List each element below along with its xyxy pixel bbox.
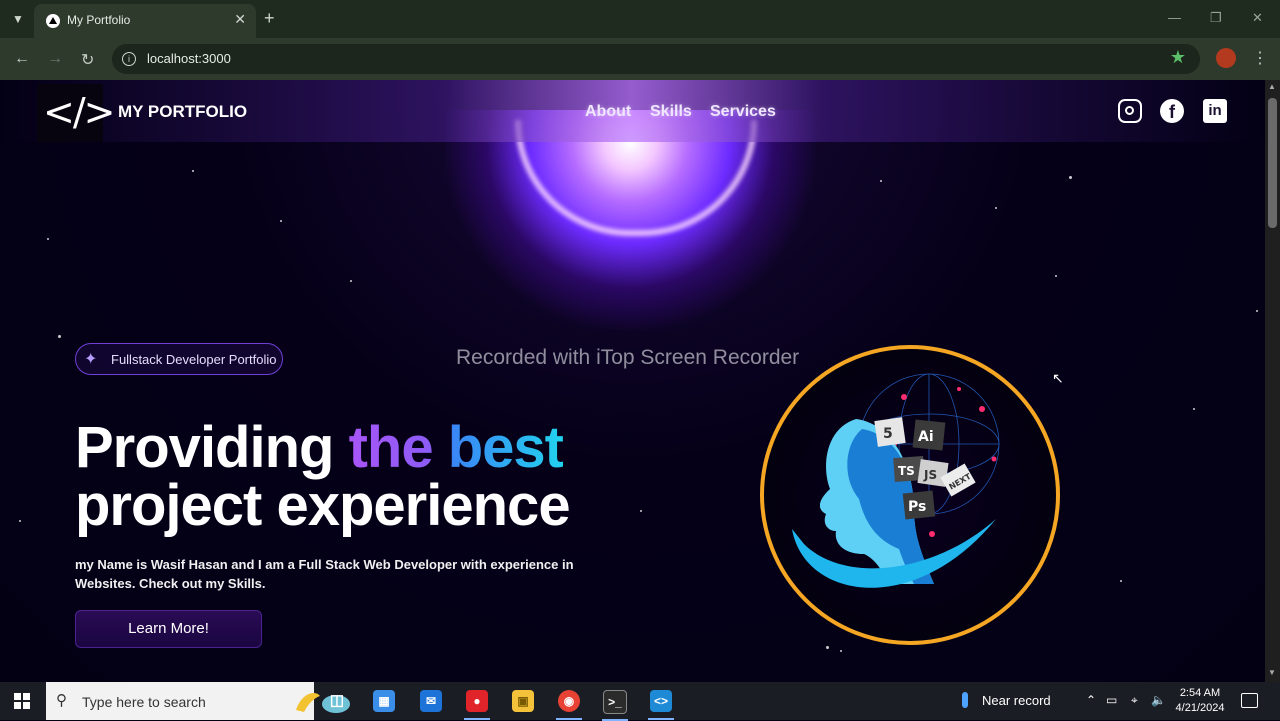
nav-about[interactable]: About [585, 103, 631, 121]
close-tab-icon[interactable]: ✕ [234, 11, 246, 28]
extension-icon[interactable] [1216, 48, 1236, 68]
tile-ts: TS [898, 464, 915, 478]
headline-line-1: Providing the best [75, 414, 564, 481]
new-tab-icon[interactable]: + [264, 8, 275, 29]
thermometer-icon [962, 692, 968, 708]
mail-icon[interactable]: ✉ [420, 690, 442, 712]
taskbar-clock[interactable]: 2:54 AM 4/21/2024 [1172, 686, 1228, 716]
code-icon: </> [43, 90, 115, 134]
tile-js: JS [923, 468, 937, 482]
headline-best: best [447, 415, 564, 480]
hero-image: 5 Ai TS JS NEXT Ps [760, 345, 1060, 645]
weather-text: Near record [982, 693, 1051, 708]
developer-head-illustration: 5 Ai TS JS NEXT Ps [792, 373, 1000, 588]
back-icon[interactable]: ← [14, 50, 30, 68]
browser-tab[interactable]: My Portfolio ✕ [34, 4, 256, 38]
file-explorer-icon[interactable]: ▣ [512, 690, 534, 712]
forward-icon[interactable]: → [47, 50, 63, 68]
close-window-icon[interactable]: ✕ [1252, 10, 1263, 26]
battery-icon[interactable]: ▭ [1106, 693, 1117, 707]
chrome-icon[interactable]: ◉ [556, 690, 582, 720]
wifi-icon[interactable]: ⌖ [1131, 693, 1138, 708]
badge-text: Fullstack Developer Portfolio [111, 352, 277, 367]
browser-tab-bar: ▼ My Portfolio ✕ + — ❐ ✕ [0, 0, 1280, 38]
scroll-thumb[interactable] [1268, 98, 1277, 228]
intro-description: my Name is Wasif Hasan and I am a Full S… [75, 557, 574, 591]
reload-icon[interactable]: ↻ [81, 50, 94, 70]
tab-title: My Portfolio [67, 13, 131, 27]
tab-search-dropdown-icon[interactable]: ▼ [8, 9, 28, 29]
page-scrollbar[interactable]: ▲ ▼ [1265, 80, 1280, 682]
volume-icon[interactable]: 🔈 [1151, 693, 1166, 707]
page-viewport: </> MY PORTFOLIO About Skills Services f… [0, 80, 1265, 682]
tile-html5: 5 [883, 426, 893, 442]
search-icon: ⚲ [56, 692, 67, 709]
headline-line-2: project experience [75, 473, 571, 538]
headline-the: the [348, 415, 434, 480]
weather-widget[interactable]: Near record [962, 692, 1051, 708]
vscode-icon[interactable]: <> [648, 690, 674, 720]
tray-overflow-icon[interactable]: ⌃ [1086, 693, 1096, 707]
brand-name[interactable]: MY PORTFOLIO [118, 102, 247, 122]
scroll-down-icon[interactable]: ▼ [1268, 668, 1276, 677]
facebook-icon[interactable]: f [1160, 99, 1184, 123]
url-field[interactable]: i localhost:3000 ★ [112, 44, 1200, 74]
address-bar: ← → ↻ i localhost:3000 ★ ⋮ [0, 38, 1280, 80]
windows-start-icon[interactable] [14, 693, 30, 709]
terminal-icon[interactable]: >_ [602, 690, 628, 721]
mouse-cursor-icon: ↖ [1052, 370, 1064, 386]
site-info-icon[interactable]: i [122, 52, 136, 66]
bookmark-star-icon[interactable]: ★ [1170, 47, 1186, 68]
linkedin-icon[interactable]: in [1203, 99, 1227, 123]
tab-favicon-icon [46, 14, 60, 28]
tile-ps: Ps [908, 499, 926, 515]
url-text[interactable]: localhost:3000 [147, 51, 231, 66]
sparkle-icon: ✦ [84, 351, 98, 368]
nav-skills[interactable]: Skills [650, 103, 692, 121]
role-badge: ✦ Fullstack Developer Portfolio [75, 343, 283, 375]
screen-recorder-icon[interactable]: ● [464, 690, 490, 720]
instagram-icon[interactable] [1118, 99, 1142, 123]
minimize-icon[interactable]: — [1168, 10, 1181, 25]
notification-icon[interactable] [1241, 693, 1258, 708]
taskbar-search[interactable]: ⚲ Type here to search [46, 682, 350, 720]
headline-providing: Providing [75, 415, 349, 480]
tile-ai: Ai [918, 429, 934, 445]
windows-taskbar: ⚲ Type here to search ◫ ▦ ✉ ● ▣ ◉ >_ <> … [0, 682, 1280, 721]
recorder-watermark: Recorded with iTop Screen Recorder [456, 346, 800, 369]
browser-menu-icon[interactable]: ⋮ [1252, 48, 1268, 68]
search-placeholder[interactable]: Type here to search [82, 694, 206, 710]
store-icon[interactable]: ▦ [373, 690, 395, 712]
logo[interactable]: </> [37, 84, 115, 142]
clock-date: 4/21/2024 [1175, 702, 1225, 714]
nav-services[interactable]: Services [710, 103, 776, 121]
clock-time: 2:54 AM [1179, 687, 1221, 699]
restore-icon[interactable]: ❐ [1210, 10, 1222, 26]
learn-more-button[interactable]: Learn More! [75, 610, 262, 648]
scroll-up-icon[interactable]: ▲ [1268, 82, 1276, 91]
task-view-icon[interactable]: ◫ [326, 690, 348, 712]
site-navbar: </> MY PORTFOLIO About Skills Services f… [0, 80, 1265, 142]
